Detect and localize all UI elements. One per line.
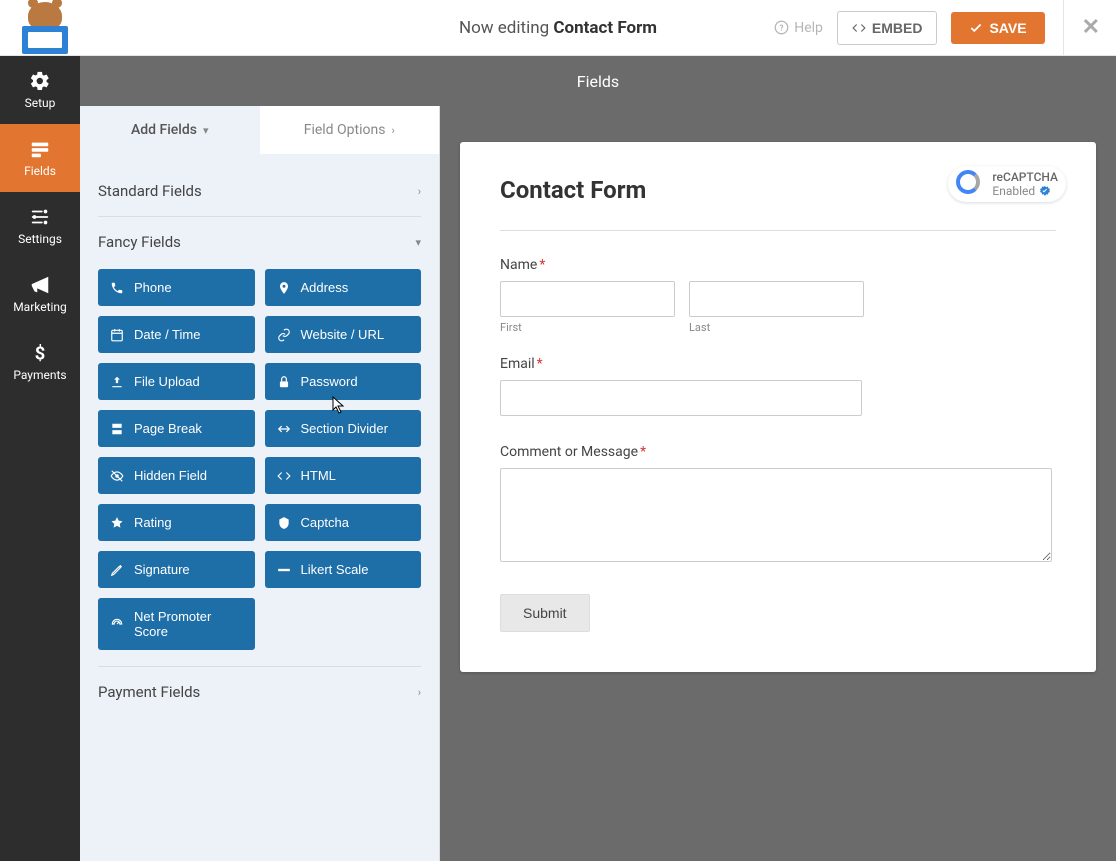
chevron-right-icon: › [418,185,421,198]
lock-icon [277,375,291,389]
pen-icon [110,563,124,577]
close-button[interactable]: ✕ [1063,0,1100,56]
code-icon [277,469,291,483]
left-rail: Setup Fields Settings Marketing $ Paymen… [0,56,80,861]
last-name-input[interactable] [689,281,864,317]
last-sublabel: Last [689,321,864,334]
pagebreak-icon [110,422,124,436]
recaptcha-badge: reCAPTCHA Enabled [948,166,1066,202]
field-website-url[interactable]: Website / URL [265,316,422,353]
rail-payments[interactable]: $ Payments [0,328,80,396]
field-section-divider[interactable]: Section Divider [265,410,422,447]
submit-button[interactable]: Submit [500,594,590,632]
eyeoff-icon [110,469,124,483]
verified-icon [1039,185,1051,197]
email-label: Email* [500,356,1056,372]
star-icon [110,516,124,530]
rail-setup[interactable]: Setup [0,56,80,124]
email-input[interactable] [500,380,862,416]
section-standard-fields[interactable]: Standard Fields› [98,182,421,200]
wpforms-logo [16,4,76,52]
chevron-down-icon: ▾ [203,124,209,137]
field-captcha[interactable]: Captcha [265,504,422,541]
pin-icon [277,281,291,295]
rail-fields[interactable]: Fields [0,124,80,192]
divider-icon [277,422,291,436]
field-signature[interactable]: Signature [98,551,255,588]
field-html[interactable]: HTML [265,457,422,494]
field-net-promoter-score[interactable]: Net Promoter Score [98,598,255,650]
rail-settings[interactable]: Settings [0,192,80,260]
field-password[interactable]: Password [265,363,422,400]
section-fancy-fields[interactable]: Fancy Fields▾ [98,233,421,251]
fields-header-bar: Fields [80,56,1116,106]
svg-text:$: $ [35,343,46,364]
shield-icon [277,516,291,530]
upload-icon [110,375,124,389]
phone-icon [110,281,124,295]
form-preview: reCAPTCHA Enabled Contact Form Name* Fir… [460,142,1096,672]
field-phone[interactable]: Phone [98,269,255,306]
rail-marketing[interactable]: Marketing [0,260,80,328]
field-address[interactable]: Address [265,269,422,306]
chevron-right-icon: › [418,686,421,699]
gauge-icon [110,617,124,631]
likert-icon [277,563,291,577]
name-label: Name* [500,257,1056,273]
section-payment-fields[interactable]: Payment Fields› [98,683,421,701]
chevron-right-icon: › [391,124,394,137]
embed-button[interactable]: EMBED [837,11,938,45]
field-date-time[interactable]: Date / Time [98,316,255,353]
field-likert-scale[interactable]: Likert Scale [265,551,422,588]
first-name-input[interactable] [500,281,675,317]
field-rating[interactable]: Rating [98,504,255,541]
tab-add-fields[interactable]: Add Fields▾ [80,106,260,154]
save-button[interactable]: SAVE [951,12,1044,44]
svg-text:?: ? [780,23,784,33]
first-sublabel: First [500,321,675,334]
calendar-icon [110,328,124,342]
tab-field-options[interactable]: Field Options› [260,106,440,154]
field-page-break[interactable]: Page Break [98,410,255,447]
help-link[interactable]: ? Help [774,20,823,36]
comment-textarea[interactable] [500,468,1052,562]
form-canvas: reCAPTCHA Enabled Contact Form Name* Fir… [440,106,1116,861]
link-icon [277,328,291,342]
recaptcha-icon [956,170,984,198]
comment-label: Comment or Message* [500,444,1056,460]
chevron-down-icon: ▾ [415,236,421,249]
field-hidden-field[interactable]: Hidden Field [98,457,255,494]
editing-title: Now editing Contact Form [459,18,657,38]
field-file-upload[interactable]: File Upload [98,363,255,400]
fields-panel: Add Fields▾ Field Options› Standard Fiel… [80,106,440,861]
top-header: Now editing Contact Form ? Help EMBED SA… [0,0,1116,56]
